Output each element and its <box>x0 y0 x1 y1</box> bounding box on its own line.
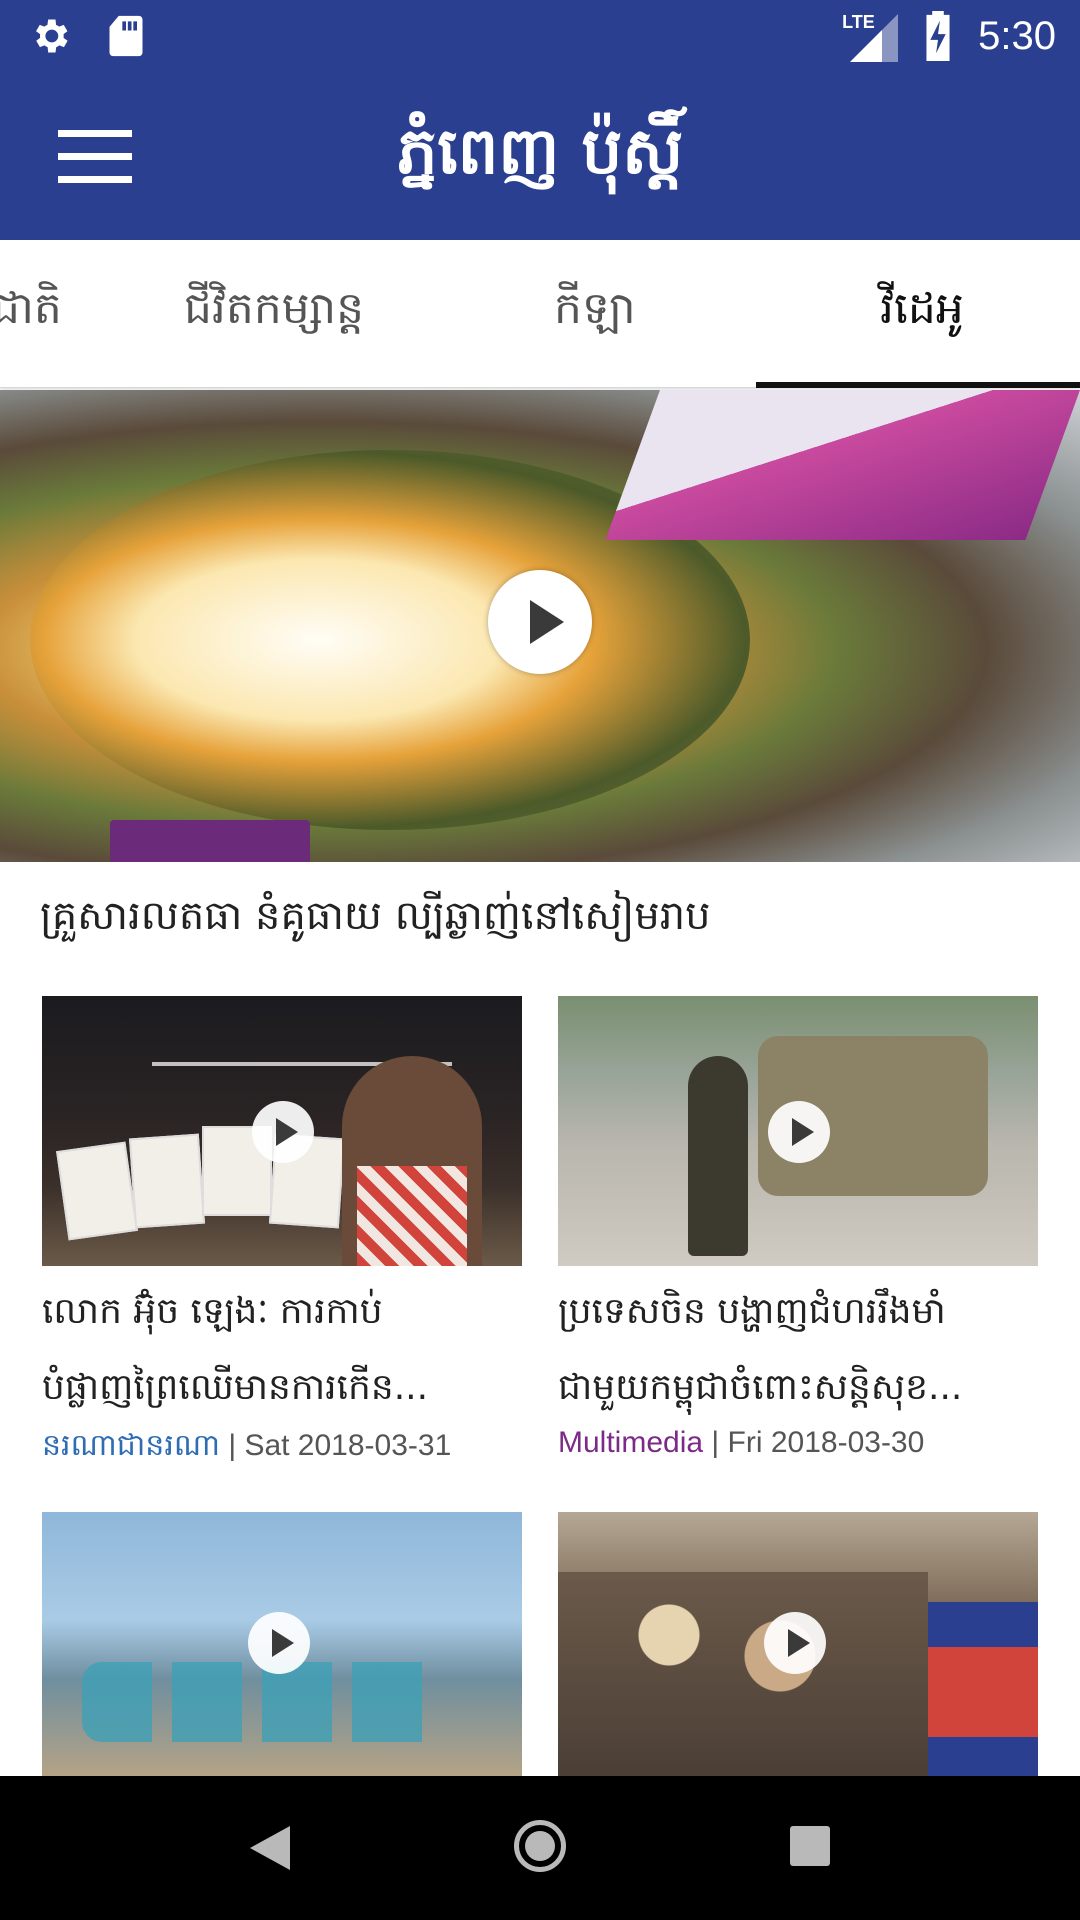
back-icon[interactable] <box>250 1826 290 1870</box>
app-title: ភ្នំពេញ ប៉ុស្ដិ៍ <box>396 114 684 189</box>
video-title[interactable]: ប្រទេសចិន បង្ហាញជំហររឹងមាំ ជាមួយកម្ពុជាច… <box>558 1274 1038 1426</box>
tab-national[interactable]: ជាតិ <box>0 240 62 388</box>
video-card[interactable]: លោក អ៊ុំច ឡេងៈ ការកាប់ បំផ្លាញព្រៃឈើមានក… <box>42 996 522 1476</box>
featured-video-banner <box>605 390 1080 540</box>
video-card[interactable] <box>42 1512 522 1776</box>
category-link[interactable]: នរណាជានរណា <box>42 1429 220 1462</box>
category-link[interactable]: Multimedia <box>558 1426 703 1459</box>
channel-logo <box>110 820 310 862</box>
category-tabs: ជាតិ ជីវិតកម្សាន្ត កីឡា វីដេអូ <box>0 240 1080 388</box>
publish-date: | Sat 2018-03-31 <box>219 1429 452 1462</box>
tab-lifestyle[interactable]: ជីវិតកម្សាន្ត <box>184 240 364 388</box>
publish-date: | Fri 2018-03-30 <box>703 1426 925 1459</box>
tab-video[interactable]: វីដេអូ <box>880 240 964 388</box>
video-meta: Multimedia | Fri 2018-03-30 <box>558 1426 1038 1460</box>
active-tab-indicator <box>756 382 1080 388</box>
video-title[interactable]: លោក អ៊ុំច ឡេងៈ ការកាប់ បំផ្លាញព្រៃឈើមានក… <box>42 1274 522 1426</box>
sd-card-icon <box>109 15 143 57</box>
status-left-icons <box>28 14 146 58</box>
featured-video[interactable] <box>0 390 1080 862</box>
video-card[interactable]: ប្រទេសចិន បង្ហាញជំហររឹងមាំ ជាមួយកម្ពុជាច… <box>558 996 1038 1476</box>
home-icon[interactable] <box>514 1820 566 1872</box>
gear-icon <box>36 19 68 53</box>
lte-signal-icon: LTE <box>842 10 899 62</box>
tab-sports[interactable]: កីឡា <box>554 240 636 388</box>
play-icon[interactable] <box>252 1101 314 1163</box>
status-right-icons: LTE 5:30 <box>842 10 1056 62</box>
play-icon[interactable] <box>248 1612 310 1674</box>
video-card[interactable] <box>558 1512 1038 1776</box>
video-thumbnail <box>558 1512 1038 1776</box>
status-bar: LTE 5:30 <box>0 0 1080 72</box>
video-thumbnail <box>42 1512 522 1776</box>
status-time: 5:30 <box>978 13 1056 58</box>
video-thumbnail <box>42 996 522 1266</box>
app-bar: ភ្នំពេញ ប៉ុស្ដិ៍ <box>0 72 1080 240</box>
video-grid-row-2 <box>0 1512 1080 1776</box>
play-icon[interactable] <box>768 1101 830 1163</box>
play-icon[interactable] <box>764 1612 826 1674</box>
featured-video-title[interactable]: គ្រួសារលតធា នំគូធាយ ល្បីឆ្ងាញ់នៅសៀមរាប <box>40 880 1040 952</box>
video-thumbnail <box>558 996 1038 1266</box>
system-nav-bar <box>0 1776 1080 1920</box>
recent-apps-icon[interactable] <box>790 1826 830 1866</box>
battery-charging-icon <box>926 11 950 61</box>
play-icon[interactable] <box>488 570 592 674</box>
video-meta: នរណាជានរណា | Sat 2018-03-31 <box>42 1426 522 1470</box>
